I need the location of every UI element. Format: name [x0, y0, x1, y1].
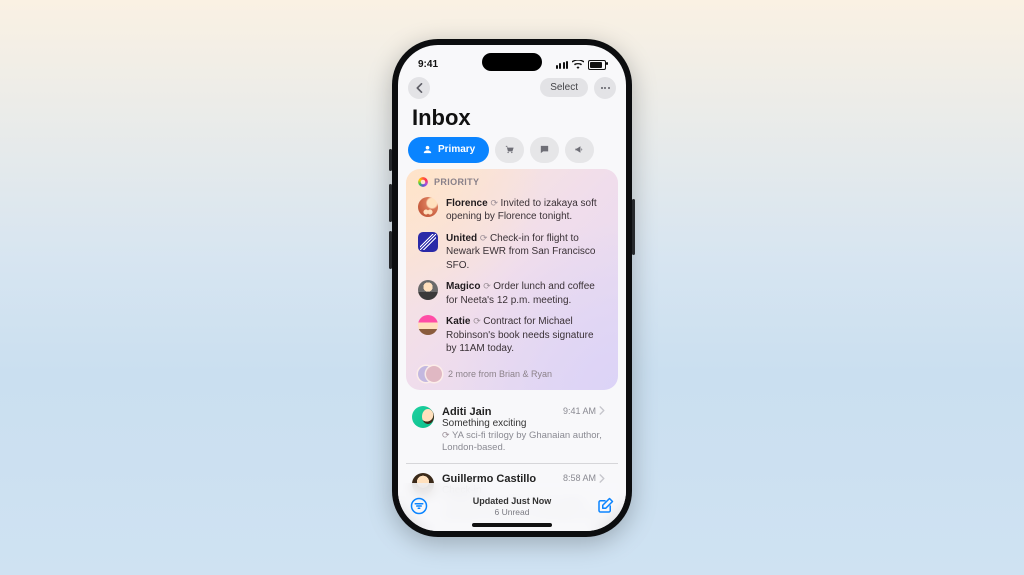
ellipsis-icon — [601, 87, 610, 89]
megaphone-icon — [574, 144, 585, 155]
message-list[interactable]: PRIORITY Florence ⟳ Invited to izakaya s… — [398, 169, 626, 531]
message-subject: Something exciting — [442, 418, 612, 429]
chat-icon — [539, 144, 550, 155]
apple-intelligence-icon — [418, 177, 428, 187]
priority-text: United ⟳ Check-in for flight to Newark E… — [446, 232, 606, 273]
message-time: 9:41 AM — [563, 406, 596, 416]
chevron-right-icon — [599, 406, 605, 415]
avatar — [418, 315, 438, 335]
wallpaper: 9:41 Select — [0, 0, 1024, 575]
category-primary-label: Primary — [438, 144, 475, 155]
avatar — [418, 197, 438, 217]
compose-icon — [596, 497, 614, 515]
updated-label: Updated Just Now — [473, 496, 552, 507]
mail-app: Select Inbox Primary — [398, 45, 626, 531]
wifi-icon — [572, 60, 584, 69]
priority-card: PRIORITY Florence ⟳ Invited to izakaya s… — [406, 169, 618, 390]
priority-item[interactable]: Magico ⟳ Order lunch and coffee for Neet… — [414, 276, 610, 311]
page-title: Inbox — [398, 101, 626, 137]
status-indicators — [556, 52, 606, 70]
priority-text: Katie ⟳ Contract for Michael Robinson's … — [446, 315, 606, 356]
avatar — [412, 406, 434, 428]
compose-button[interactable] — [594, 495, 616, 517]
message-meta: 9:41 AM — [563, 406, 605, 416]
nav-row: Select — [398, 73, 626, 101]
message-row[interactable]: Aditi Jain Something exciting ⟳ YA sci-f… — [406, 396, 618, 464]
priority-item[interactable]: Florence ⟳ Invited to izakaya soft openi… — [414, 193, 610, 228]
iphone-device: 9:41 Select — [392, 39, 632, 537]
status-time: 9:41 — [418, 51, 438, 70]
priority-title: PRIORITY — [434, 177, 479, 187]
priority-more[interactable]: 2 more from Brian & Ryan — [414, 360, 610, 382]
filter-button[interactable] — [408, 495, 430, 517]
priority-text: Florence ⟳ Invited to izakaya soft openi… — [446, 197, 606, 224]
dynamic-island — [482, 53, 542, 71]
toolbar: Updated Just Now 6 Unread — [398, 483, 626, 531]
back-button[interactable] — [408, 77, 430, 99]
priority-more-label: 2 more from Brian & Ryan — [448, 369, 552, 379]
battery-icon — [588, 60, 606, 70]
priority-item[interactable]: Katie ⟳ Contract for Michael Robinson's … — [414, 311, 610, 360]
unread-count: 6 Unread — [473, 507, 552, 518]
avatar — [418, 232, 438, 252]
priority-item[interactable]: United ⟳ Check-in for flight to Newark E… — [414, 228, 610, 277]
category-transactions[interactable] — [495, 137, 524, 163]
category-updates[interactable] — [530, 137, 559, 163]
home-indicator — [472, 523, 552, 527]
priority-header: PRIORITY — [414, 177, 610, 193]
more-button[interactable] — [594, 77, 616, 99]
person-icon — [422, 144, 433, 155]
summary-icon: ⟳ — [442, 430, 452, 440]
category-row: Primary — [398, 137, 626, 169]
screen: 9:41 Select — [398, 45, 626, 531]
chevron-right-icon — [599, 474, 605, 483]
summary-icon: ⟳ — [490, 198, 500, 208]
summary-icon: ⟳ — [473, 316, 483, 326]
avatar — [418, 280, 438, 300]
summary-icon: ⟳ — [480, 233, 490, 243]
summary-icon: ⟳ — [483, 281, 493, 291]
status-text: Updated Just Now 6 Unread — [473, 496, 552, 518]
cellular-signal-icon — [556, 61, 568, 69]
priority-text: Magico ⟳ Order lunch and coffee for Neet… — [446, 280, 606, 307]
power-button — [632, 199, 635, 255]
message-preview: ⟳ YA sci-fi trilogy by Ghanaian author, … — [442, 430, 612, 455]
avatar-stack — [418, 366, 440, 382]
category-promotions[interactable] — [565, 137, 594, 163]
cart-icon — [504, 144, 515, 155]
chevron-left-icon — [415, 83, 423, 93]
category-primary[interactable]: Primary — [408, 137, 489, 163]
filter-icon — [410, 497, 428, 515]
select-button[interactable]: Select — [540, 78, 588, 97]
